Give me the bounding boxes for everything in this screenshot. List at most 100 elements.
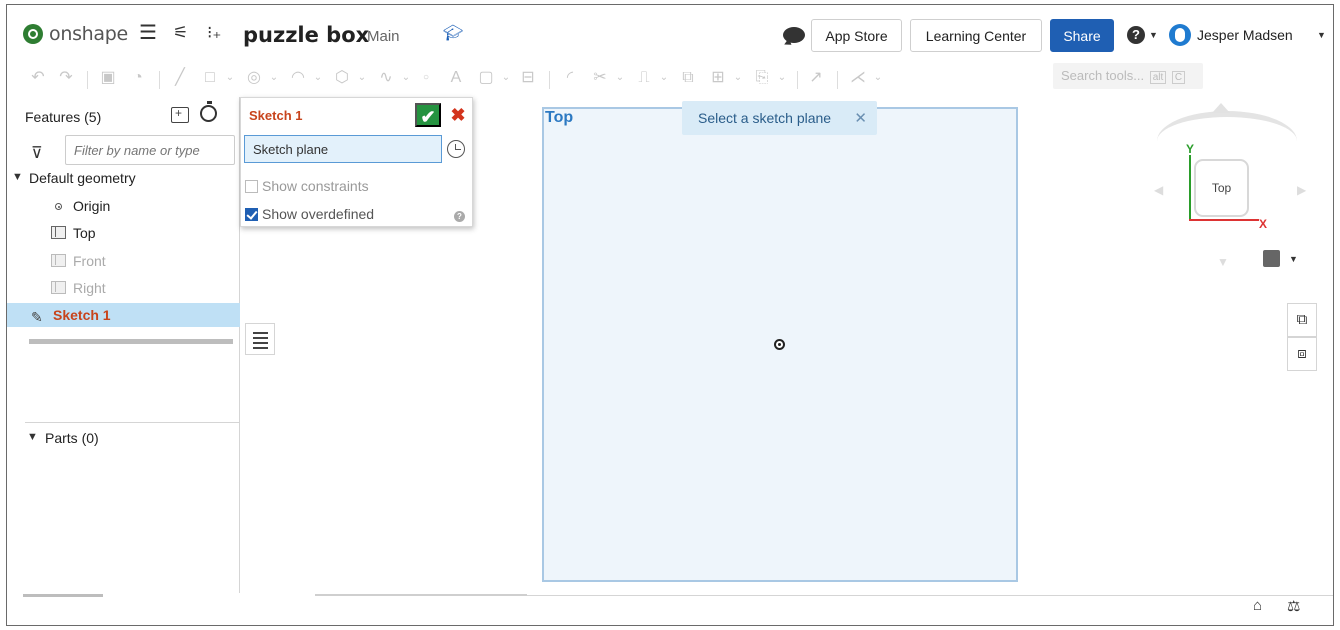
avatar[interactable] bbox=[1169, 24, 1191, 46]
chevron-down-icon[interactable]: ⌄ bbox=[869, 69, 887, 87]
fillet-icon[interactable]: ◜ bbox=[561, 69, 579, 87]
construction-icon[interactable]: ▢ bbox=[477, 69, 495, 87]
tree-item-right[interactable]: Right bbox=[7, 275, 240, 301]
view-cube-menu-icon[interactable] bbox=[1263, 250, 1280, 267]
offset-icon[interactable]: ⎍ bbox=[635, 69, 653, 87]
point-tool-icon[interactable]: ○ bbox=[417, 69, 435, 87]
divider bbox=[25, 422, 240, 423]
toolbar-divider bbox=[549, 71, 550, 89]
user-menu-caret-icon[interactable]: ▼ bbox=[1317, 30, 1326, 40]
tree-item-sketch-1[interactable]: ✎ Sketch 1 bbox=[7, 303, 240, 327]
tree-item-parts[interactable]: ▼ Parts (0) bbox=[7, 425, 240, 451]
history-icon[interactable] bbox=[447, 140, 465, 158]
origin-point-icon[interactable] bbox=[774, 339, 785, 350]
onshape-window: onshape ☰ ⚟ ⁝₊ puzzle box Main 🎓︎ App St… bbox=[6, 4, 1334, 626]
chevron-down-icon[interactable]: ▼ bbox=[12, 171, 23, 183]
chevron-down-icon[interactable]: ⌄ bbox=[655, 69, 673, 87]
view-cube-right-arrow[interactable]: ▶ bbox=[1297, 183, 1306, 197]
features-title: Features (5) bbox=[25, 109, 102, 125]
dxf-import-icon[interactable]: ⎘ bbox=[753, 69, 771, 87]
mass-properties-icon[interactable]: ⚖ bbox=[1287, 597, 1300, 615]
chevron-down-icon[interactable]: ⌄ bbox=[353, 69, 371, 87]
named-views-icon[interactable]: ⧉ bbox=[1287, 303, 1317, 337]
graduation-cap-icon[interactable]: 🎓︎ bbox=[443, 23, 463, 43]
tree-item-origin[interactable]: Origin bbox=[7, 193, 240, 219]
rectangle-tool-icon[interactable]: □ bbox=[201, 69, 219, 87]
spline-tool-icon[interactable]: ∿ bbox=[377, 69, 395, 87]
insert-icon[interactable]: ⁝₊ bbox=[207, 23, 221, 43]
chevron-down-icon[interactable]: ⌄ bbox=[265, 69, 283, 87]
help-icon[interactable]: ? bbox=[1127, 26, 1145, 44]
polygon-tool-icon[interactable]: ⬡ bbox=[333, 69, 351, 87]
feature-list-toggle-icon[interactable] bbox=[245, 323, 275, 355]
tree-item-front[interactable]: Front bbox=[7, 248, 240, 274]
chevron-down-icon[interactable]: ▼ bbox=[27, 431, 38, 443]
view-cube-face[interactable]: Top bbox=[1194, 159, 1249, 217]
mirror-icon[interactable]: ⧉ bbox=[679, 69, 697, 87]
cancel-button[interactable]: ✖ bbox=[447, 103, 469, 127]
sketch-plane-field[interactable]: Sketch plane bbox=[244, 135, 442, 163]
show-constraints-checkbox[interactable]: Show constraints bbox=[245, 178, 369, 194]
help-caret-icon[interactable]: ▼ bbox=[1149, 30, 1158, 40]
intersection-icon[interactable]: ⋌ bbox=[849, 69, 867, 87]
plane-icon bbox=[51, 254, 66, 267]
undo-icon[interactable]: ↶ bbox=[29, 69, 47, 87]
add-folder-icon[interactable] bbox=[171, 106, 189, 123]
sketch-icon[interactable]: ▣ bbox=[99, 69, 117, 87]
x-axis bbox=[1189, 219, 1259, 221]
app-store-button[interactable]: App Store bbox=[811, 19, 902, 52]
share-button[interactable]: Share bbox=[1050, 19, 1114, 52]
chevron-down-icon[interactable]: ⌄ bbox=[729, 69, 747, 87]
chevron-down-icon[interactable]: ⌄ bbox=[611, 69, 629, 87]
chevron-down-icon[interactable]: ⌄ bbox=[397, 69, 415, 87]
appearance-icon[interactable]: ◔ bbox=[129, 69, 147, 87]
chevron-down-icon[interactable]: ⌄ bbox=[497, 69, 515, 87]
close-icon[interactable]: ✕ bbox=[854, 109, 867, 127]
learning-center-button[interactable]: Learning Center bbox=[910, 19, 1042, 52]
help-icon[interactable]: ? bbox=[454, 211, 465, 222]
horizontal-scrollbar[interactable] bbox=[23, 594, 103, 597]
chevron-down-icon[interactable]: ⌄ bbox=[309, 69, 327, 87]
branch-name[interactable]: Main bbox=[367, 28, 400, 45]
search-tools-placeholder: Search tools... bbox=[1061, 68, 1145, 83]
tree-item-default-geometry[interactable]: ▼ Default geometry bbox=[7, 165, 240, 191]
filter-icon[interactable]: ⊽ bbox=[31, 143, 43, 163]
view-cube-left-arrow[interactable]: ◀ bbox=[1154, 183, 1163, 197]
text-tool-icon[interactable]: A bbox=[447, 69, 465, 87]
tree-item-label: Parts (0) bbox=[45, 430, 99, 446]
arc-tool-icon[interactable]: ◠ bbox=[289, 69, 307, 87]
feature-filter-input[interactable] bbox=[65, 135, 235, 165]
stopwatch-icon[interactable] bbox=[200, 101, 217, 122]
dimension-icon[interactable]: ⊟ bbox=[519, 69, 537, 87]
trim-icon[interactable]: ✂ bbox=[591, 69, 609, 87]
view-cube-down-arrow[interactable]: ▼ bbox=[1217, 255, 1229, 269]
comment-icon[interactable] bbox=[783, 27, 805, 43]
tree-item-top[interactable]: Top bbox=[7, 220, 240, 246]
document-title[interactable]: puzzle box bbox=[243, 23, 369, 47]
view-cube-up-arrow[interactable] bbox=[1212, 103, 1230, 113]
redo-icon[interactable]: ↷ bbox=[57, 69, 75, 87]
user-name[interactable]: Jesper Madsen bbox=[1197, 27, 1293, 43]
chevron-down-icon[interactable]: ⌄ bbox=[773, 69, 791, 87]
feature-list-icon[interactable]: ⚟ bbox=[173, 23, 188, 43]
show-overdefined-checkbox[interactable]: Show overdefined bbox=[245, 206, 374, 222]
view-cube-caret-icon[interactable]: ▼ bbox=[1289, 254, 1298, 264]
search-tools-input[interactable]: Search tools... alt C bbox=[1053, 63, 1203, 89]
display-states-icon[interactable]: ⧈ bbox=[1287, 337, 1317, 371]
pattern-icon[interactable]: ⊞ bbox=[709, 69, 727, 87]
accept-button[interactable]: ✔ bbox=[415, 103, 441, 127]
hamburger-menu-icon[interactable]: ☰ bbox=[139, 23, 157, 43]
chevron-down-icon[interactable]: ⌄ bbox=[221, 69, 239, 87]
circle-tool-icon[interactable]: ◎ bbox=[245, 69, 263, 87]
project-icon[interactable]: ↗ bbox=[807, 69, 825, 87]
rollback-bar[interactable] bbox=[29, 339, 233, 344]
checkbox-unchecked[interactable] bbox=[245, 179, 258, 193]
shortcut-key: alt bbox=[1149, 71, 1167, 84]
line-tool-icon[interactable]: ╱ bbox=[171, 69, 189, 87]
onshape-logo[interactable]: onshape bbox=[23, 23, 128, 45]
tab-bar-scroll[interactable] bbox=[315, 594, 527, 596]
pencil-icon: ✎ bbox=[31, 309, 43, 325]
measure-tool-icon[interactable]: ⌂ bbox=[1253, 597, 1262, 614]
list-line bbox=[253, 347, 268, 349]
checkbox-checked[interactable] bbox=[245, 207, 258, 221]
